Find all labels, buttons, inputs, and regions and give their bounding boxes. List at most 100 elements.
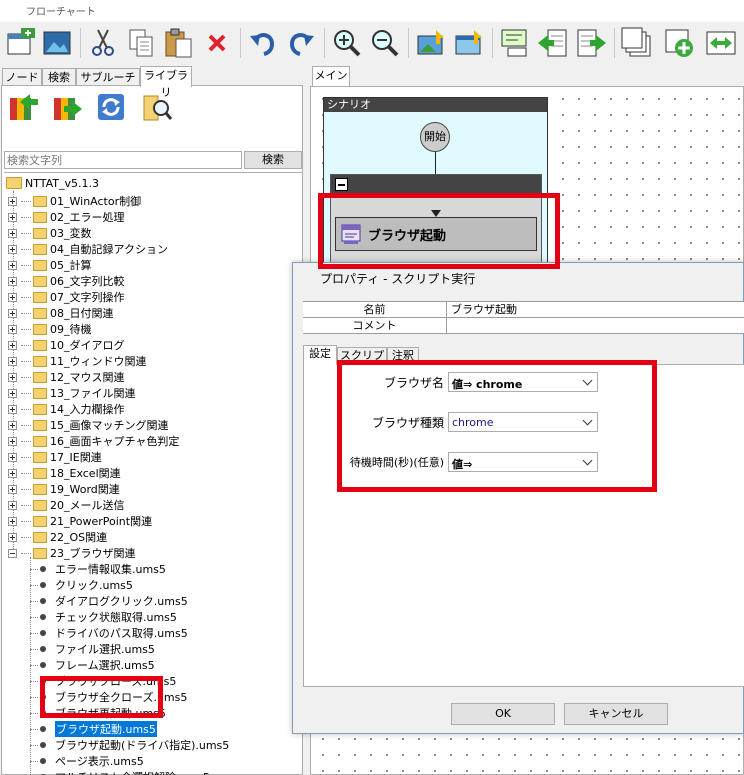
expand-icon[interactable]	[8, 212, 17, 222]
expand-icon[interactable]	[8, 388, 17, 398]
expand-icon[interactable]	[8, 292, 17, 302]
tree-folder[interactable]: 18_Excel関連	[8, 465, 121, 481]
expand-icon[interactable]	[8, 468, 17, 478]
expand-icon[interactable]	[8, 500, 17, 510]
tree-folder[interactable]: 01_WinActor制御	[8, 193, 141, 209]
swap-icon[interactable]	[704, 26, 738, 60]
group-icon[interactable]	[620, 26, 654, 60]
library-import-icon[interactable]	[50, 90, 84, 124]
collapse-button[interactable]	[335, 178, 348, 191]
expand-icon[interactable]	[8, 244, 17, 254]
tree-item[interactable]: ダイアログクリック.ums5	[30, 593, 188, 609]
tree-folder[interactable]: 03_変数	[8, 225, 92, 241]
zoom-out-icon[interactable]	[368, 26, 402, 60]
tree-folder[interactable]: 07_文字列操作	[8, 289, 125, 305]
expand-icon[interactable]	[8, 228, 17, 238]
tree-folder[interactable]: 20_メール送信	[8, 497, 125, 513]
expand-icon[interactable]	[8, 532, 17, 542]
tree-folder[interactable]: 19_Word関連	[8, 481, 120, 497]
expand-icon[interactable]	[8, 420, 17, 430]
tab-search[interactable]: 検索	[42, 68, 76, 86]
tab-library[interactable]: ライブラリ	[140, 66, 192, 99]
note-icon[interactable]	[498, 26, 532, 60]
tree-item[interactable]: ブラウザ起動.ums5	[30, 721, 157, 737]
cancel-button[interactable]: キャンセル	[564, 703, 668, 725]
tree-folder[interactable]: 21_PowerPoint関連	[8, 513, 152, 529]
tree-folder[interactable]: 04_自動記録アクション	[8, 241, 168, 257]
expand-icon[interactable]	[8, 516, 17, 526]
tab-script[interactable]: スクリプト	[337, 347, 387, 378]
tree-folder[interactable]: 05_計算	[8, 257, 92, 273]
delete-icon[interactable]	[200, 26, 234, 60]
capture-icon[interactable]	[414, 26, 448, 60]
tree-item[interactable]: マルチリスト全選択解除.ums5	[30, 769, 210, 775]
tree-item[interactable]: ブラウザ再起動.ums5	[30, 705, 166, 721]
tree-item[interactable]: チェック状態取得.ums5	[30, 609, 177, 625]
tree-folder[interactable]: 11_ウィンドウ関連	[8, 353, 147, 369]
tree-item[interactable]: ブラウザ起動(ドライバ指定).ums5	[30, 737, 229, 753]
tree-folder[interactable]: 02_エラー処理	[8, 209, 125, 225]
collapse-icon[interactable]	[8, 548, 17, 558]
tree-folder[interactable]: 23_ブラウザ関連	[8, 545, 136, 561]
tree-folder[interactable]: 14_入力欄操作	[8, 401, 125, 417]
expand-icon[interactable]	[8, 324, 17, 334]
tree-folder[interactable]: 09_待機	[8, 321, 92, 337]
tree-folder[interactable]: 10_ダイアログ	[8, 337, 125, 353]
cut-icon[interactable]	[86, 26, 120, 60]
action-node-browser-launch[interactable]: ブラウザ起動	[335, 217, 537, 251]
tree-item[interactable]: エラー情報収集.ums5	[30, 561, 166, 577]
browser-type-combo[interactable]: chrome	[448, 412, 598, 432]
tree-item[interactable]: クリック.ums5	[30, 577, 133, 593]
tree-folder[interactable]: 08_日付関連	[8, 305, 114, 321]
export-icon[interactable]	[536, 26, 570, 60]
prop-value-name[interactable]: ブラウザ起動	[451, 302, 517, 317]
zoom-in-icon[interactable]	[330, 26, 364, 60]
tree-item[interactable]: ドライバのパス取得.ums5	[30, 625, 188, 641]
expand-icon[interactable]	[8, 196, 17, 206]
tab-settings[interactable]: 設定	[303, 345, 337, 365]
expand-icon[interactable]	[8, 276, 17, 286]
tree-folder[interactable]: 15_画像マッチング関連	[8, 417, 169, 433]
library-export-icon[interactable]	[6, 90, 40, 124]
undo-icon[interactable]	[246, 26, 280, 60]
tree-folder[interactable]: 06_文字列比較	[8, 273, 125, 289]
tree-folder[interactable]: 13_ファイル関連	[8, 385, 136, 401]
tab-annotation[interactable]: 注釈	[387, 347, 419, 364]
add-group-icon[interactable]	[662, 26, 696, 60]
tab-subroutine[interactable]: サブルーチン	[76, 68, 140, 101]
tree-folder[interactable]: 16_画面キャプチャ色判定	[8, 433, 179, 449]
expand-icon[interactable]	[8, 260, 17, 270]
expand-icon[interactable]	[8, 436, 17, 446]
ok-button[interactable]: OK	[451, 703, 555, 725]
copy-icon[interactable]	[124, 26, 158, 60]
expand-icon[interactable]	[8, 308, 17, 318]
tree-folder[interactable]: 17_IE関連	[8, 449, 102, 465]
tab-node[interactable]: ノード	[2, 68, 42, 86]
library-search-button[interactable]: 検索	[244, 151, 302, 169]
expand-icon[interactable]	[8, 484, 17, 494]
redo-icon[interactable]	[284, 26, 318, 60]
tree-folder[interactable]: 22_OS関連	[8, 529, 107, 545]
expand-icon[interactable]	[8, 404, 17, 414]
paste-icon[interactable]	[162, 26, 196, 60]
tab-main[interactable]: メイン	[312, 66, 350, 86]
wait-time-combo[interactable]: 値⇒	[448, 452, 598, 472]
browser-name-combo[interactable]: 値⇒ chrome	[448, 372, 598, 392]
new-flow-icon[interactable]	[4, 26, 38, 60]
tree-root[interactable]: NTTAT_v5.1.3	[6, 175, 99, 191]
expand-icon[interactable]	[8, 340, 17, 350]
start-node[interactable]: 開始	[420, 122, 450, 152]
library-search-input[interactable]	[4, 151, 242, 169]
tree-item[interactable]: フレーム選択.ums5	[30, 657, 155, 673]
expand-icon[interactable]	[8, 372, 17, 382]
tree-folder[interactable]: 12_マウス関連	[8, 369, 125, 385]
tree-item[interactable]: ページ表示.ums5	[30, 753, 144, 769]
refresh-icon[interactable]	[94, 90, 128, 124]
expand-icon[interactable]	[8, 356, 17, 366]
tree-item[interactable]: ブラウザクローズ.ums5	[30, 673, 176, 689]
capture-window-icon[interactable]	[452, 26, 486, 60]
image-icon[interactable]	[40, 26, 74, 60]
tree-item[interactable]: ファイル選択.ums5	[30, 641, 155, 657]
expand-icon[interactable]	[8, 452, 17, 462]
import-icon[interactable]	[574, 26, 608, 60]
